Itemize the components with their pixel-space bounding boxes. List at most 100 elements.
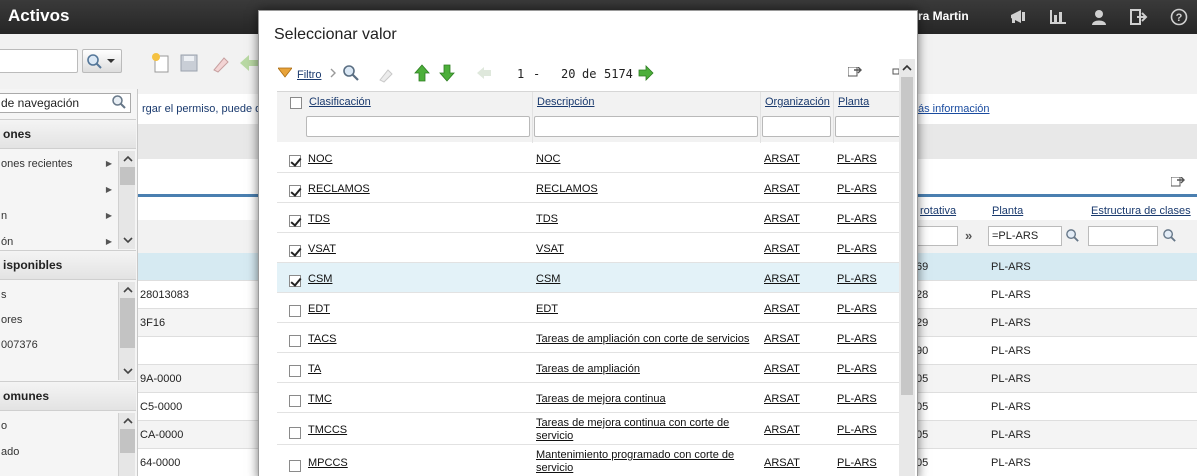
cell-clasificacion[interactable]: NOC bbox=[308, 153, 332, 166]
filter-descripcion-input[interactable] bbox=[534, 116, 758, 137]
background-search-input[interactable] bbox=[0, 49, 78, 73]
cell-organizacion[interactable]: ARSAT bbox=[764, 153, 800, 166]
dialog-scrollbar[interactable] bbox=[899, 59, 915, 476]
cell-planta[interactable]: PL-ARS bbox=[837, 213, 877, 226]
table-row[interactable]: TACS Tareas de ampliación con corte de s… bbox=[277, 323, 899, 353]
nav-item[interactable]: o bbox=[0, 413, 118, 439]
cell-organizacion[interactable]: ARSAT bbox=[764, 333, 800, 346]
download-icon[interactable] bbox=[848, 67, 866, 85]
cell-organizacion[interactable]: ARSAT bbox=[764, 273, 800, 286]
cell-planta[interactable]: PL-ARS bbox=[837, 363, 877, 376]
row-checkbox[interactable] bbox=[289, 275, 301, 287]
cell-descripcion[interactable]: Tareas de ampliación con corte de servic… bbox=[536, 333, 749, 346]
filter-planta-input[interactable]: =PL-ARS bbox=[988, 226, 1062, 246]
cell-organizacion[interactable]: ARSAT bbox=[764, 303, 800, 316]
column-header-rotativa[interactable]: rotativa bbox=[920, 205, 956, 217]
cell-descripcion[interactable]: TDS bbox=[536, 213, 558, 226]
previous-page-icon[interactable] bbox=[476, 66, 494, 84]
row-checkbox[interactable] bbox=[289, 245, 301, 257]
cell-organizacion[interactable]: ARSAT bbox=[764, 424, 800, 437]
clear-filter-icon[interactable] bbox=[377, 65, 395, 83]
cell-clasificacion[interactable]: TACS bbox=[308, 333, 337, 346]
chevron-down-icon[interactable] bbox=[121, 235, 134, 246]
table-row[interactable]: MPCCS Mantenimiento programado con corte… bbox=[277, 445, 899, 476]
search-icon[interactable] bbox=[342, 64, 360, 82]
logout-icon[interactable] bbox=[1128, 6, 1150, 28]
table-row[interactable]: TMCCS Tareas de mejora continua con cort… bbox=[277, 413, 899, 445]
row-checkbox[interactable] bbox=[289, 305, 301, 317]
double-chevron-right-icon[interactable]: » bbox=[965, 228, 972, 243]
nav-section-header[interactable]: isponibles bbox=[0, 250, 136, 280]
column-header-organizacion[interactable]: Organización bbox=[765, 96, 830, 108]
arrow-up-icon[interactable] bbox=[414, 64, 432, 82]
filter-link[interactable]: Filtro bbox=[297, 69, 321, 81]
cell-organizacion[interactable]: ARSAT bbox=[764, 213, 800, 226]
table-row[interactable]: NOC NOC ARSAT PL-ARS bbox=[277, 143, 899, 173]
column-header-planta[interactable]: Planta bbox=[838, 96, 869, 108]
cell-planta[interactable]: PL-ARS bbox=[837, 243, 877, 256]
nav-section-header[interactable]: omunes bbox=[0, 381, 136, 411]
table-row-selected[interactable]: CSM CSM ARSAT PL-ARS bbox=[277, 263, 899, 293]
new-record-icon[interactable] bbox=[150, 52, 172, 74]
nav-item[interactable]: s bbox=[0, 282, 118, 308]
cell-descripcion[interactable]: CSM bbox=[536, 273, 560, 286]
cell-organizacion[interactable]: ARSAT bbox=[764, 243, 800, 256]
nav-item[interactable]: ▶ bbox=[0, 177, 118, 203]
nav-section-header[interactable]: ones bbox=[0, 119, 136, 149]
help-icon[interactable]: ? bbox=[1168, 6, 1190, 28]
column-header-estructura[interactable]: Estructura de clases bbox=[1091, 205, 1191, 217]
filter-organizacion-input[interactable] bbox=[762, 116, 831, 137]
row-checkbox[interactable] bbox=[289, 395, 301, 407]
cell-clasificacion[interactable]: MPCCS bbox=[308, 457, 348, 470]
chevron-up-icon[interactable] bbox=[121, 415, 134, 426]
chevron-up-icon[interactable] bbox=[121, 284, 134, 295]
nav-item[interactable]: ado bbox=[0, 439, 118, 465]
table-row[interactable]: TDS TDS ARSAT PL-ARS bbox=[277, 203, 899, 233]
more-info-link[interactable]: ás información bbox=[918, 103, 990, 115]
row-checkbox[interactable] bbox=[289, 365, 301, 377]
cell-clasificacion[interactable]: TMC bbox=[308, 393, 332, 406]
column-header-planta[interactable]: Planta bbox=[992, 205, 1023, 217]
filter-icon[interactable] bbox=[278, 67, 296, 85]
megaphone-icon[interactable] bbox=[1008, 6, 1030, 28]
cell-planta[interactable]: PL-ARS bbox=[837, 303, 877, 316]
background-search-button[interactable] bbox=[82, 49, 122, 73]
cell-descripcion[interactable]: Tareas de ampliación bbox=[536, 363, 640, 376]
download-icon[interactable] bbox=[1171, 177, 1185, 189]
nav-item[interactable]: n ▶ bbox=[0, 203, 118, 229]
cell-planta[interactable]: PL-ARS bbox=[837, 333, 877, 346]
chevron-down-icon[interactable] bbox=[121, 366, 134, 377]
cell-descripcion[interactable]: Tareas de mejora continua bbox=[536, 393, 666, 406]
select-all-checkbox[interactable] bbox=[290, 97, 302, 109]
cell-clasificacion[interactable]: TMCCS bbox=[308, 424, 347, 437]
report-chart-icon[interactable] bbox=[1047, 6, 1069, 28]
row-checkbox[interactable] bbox=[289, 215, 301, 227]
arrow-down-icon[interactable] bbox=[439, 64, 457, 82]
cell-organizacion[interactable]: ARSAT bbox=[764, 183, 800, 196]
back-arrow-icon[interactable] bbox=[238, 52, 260, 74]
cell-descripcion[interactable]: EDT bbox=[536, 303, 558, 316]
table-row[interactable]: TMC Tareas de mejora continua ARSAT PL-A… bbox=[277, 383, 899, 413]
row-checkbox[interactable] bbox=[289, 427, 301, 439]
cell-descripcion[interactable]: Mantenimiento programado con corte de se… bbox=[536, 449, 754, 475]
cell-clasificacion[interactable]: CSM bbox=[308, 273, 332, 286]
cell-clasificacion[interactable]: VSAT bbox=[308, 243, 336, 256]
chevron-up-icon[interactable] bbox=[121, 153, 134, 164]
column-header-clasificacion[interactable]: Clasificación bbox=[309, 96, 371, 108]
table-row[interactable]: RECLAMOS RECLAMOS ARSAT PL-ARS bbox=[277, 173, 899, 203]
nav-item[interactable]: ones recientes ▶ bbox=[0, 151, 118, 177]
filter-clasificacion-input[interactable] bbox=[306, 116, 530, 137]
nav-item[interactable]: ores bbox=[0, 307, 118, 333]
cell-planta[interactable]: PL-ARS bbox=[837, 153, 877, 166]
filter-estructura-input[interactable] bbox=[1088, 226, 1158, 246]
user-icon[interactable] bbox=[1088, 6, 1110, 28]
chevron-up-icon[interactable] bbox=[900, 62, 913, 73]
cell-clasificacion[interactable]: TA bbox=[308, 363, 321, 376]
row-checkbox[interactable] bbox=[289, 335, 301, 347]
cell-organizacion[interactable]: ARSAT bbox=[764, 363, 800, 376]
cell-descripcion[interactable]: NOC bbox=[536, 153, 560, 166]
next-page-icon[interactable] bbox=[638, 65, 656, 83]
clear-icon[interactable] bbox=[210, 52, 232, 74]
scroll-thumb[interactable] bbox=[120, 298, 135, 348]
table-row[interactable]: TA Tareas de ampliación ARSAT PL-ARS bbox=[277, 353, 899, 383]
